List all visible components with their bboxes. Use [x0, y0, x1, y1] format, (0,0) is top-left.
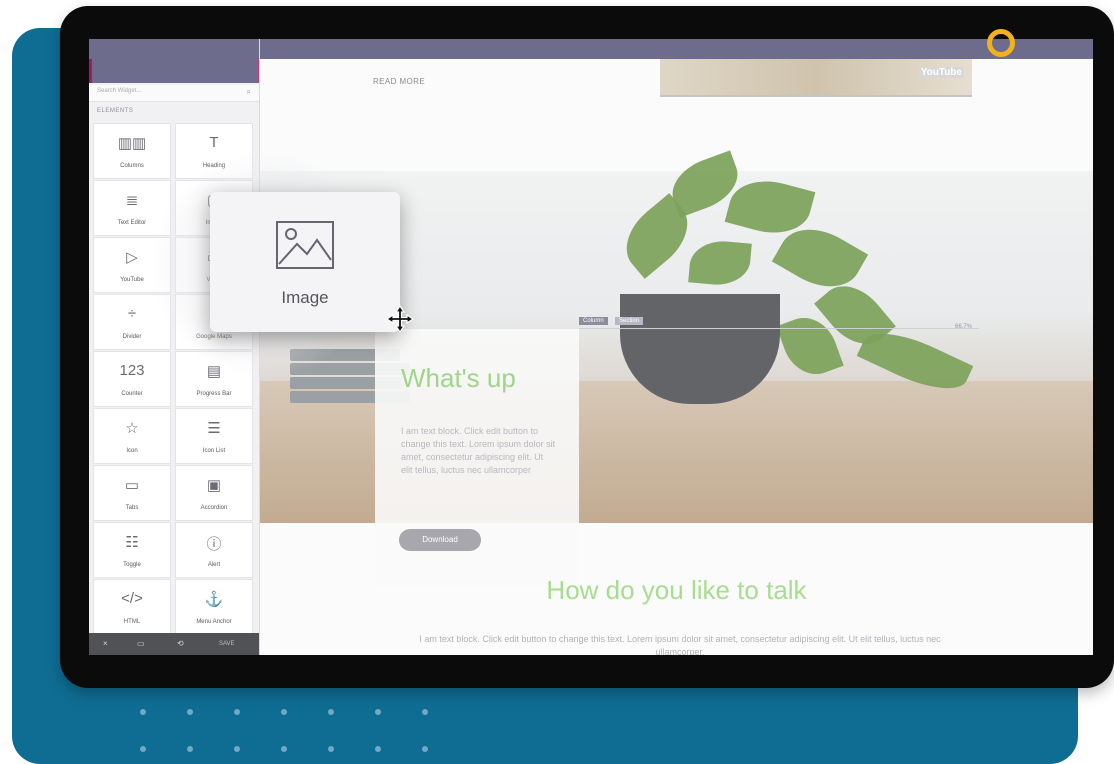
widget-label: Tabs [125, 505, 139, 511]
decorative-dot [281, 746, 287, 752]
decorative-dot [281, 709, 287, 715]
talk-body-text[interactable]: I am text block. Click edit button to ch… [410, 633, 950, 655]
code-icon: </> [121, 590, 143, 607]
decorative-dot [140, 746, 146, 752]
elements-section-label: ELEMENTS [97, 108, 134, 114]
widget-accordion[interactable]: ▣ Accordion [175, 465, 253, 521]
sidebar-footer: × ▭ ⟲ SAVE [89, 633, 259, 655]
decorative-dot [422, 746, 428, 752]
widget-label: Divider [122, 334, 142, 340]
content-card[interactable]: What's up I am text block. Click edit bu… [375, 329, 579, 587]
anchor-icon: ⚓ [204, 591, 224, 608]
decorative-dot [328, 709, 334, 715]
sidebar-header [89, 39, 259, 83]
columns-icon: ▥▥ [117, 135, 147, 152]
column-guide-line [579, 328, 979, 329]
widget-label: Progress Bar [196, 391, 232, 397]
widget-menu-anchor[interactable]: ⚓ Menu Anchor [175, 579, 253, 635]
widget-label: Alert [207, 562, 221, 568]
decorative-dot [328, 746, 334, 752]
section-handle[interactable]: Section [615, 317, 644, 325]
column-handle[interactable]: Column [579, 317, 608, 325]
tabs-icon: ▭ [124, 477, 140, 494]
decorative-dot [375, 746, 381, 752]
dragged-widget-label: Image [281, 288, 329, 307]
decorative-dot [140, 709, 146, 715]
youtube-video-thumbnail[interactable]: YouTube [660, 59, 972, 97]
widget-html[interactable]: </> HTML [93, 579, 171, 635]
decorative-dot [375, 709, 381, 715]
search-icon[interactable]: ⌕ [247, 87, 251, 97]
widget-icon-list[interactable]: ☰ Icon List [175, 408, 253, 464]
widget-label: Counter [121, 391, 143, 397]
icon-list-icon: ☰ [207, 420, 221, 437]
move-cursor-icon [385, 304, 415, 334]
widget-tabs[interactable]: ▭ Tabs [93, 465, 171, 521]
decorative-dot [422, 709, 428, 715]
dragged-image-widget[interactable]: Image [210, 192, 400, 332]
toggle-icon: ☷ [125, 534, 139, 551]
decorative-dot [187, 709, 193, 715]
widget-alert[interactable]: ⓘ Alert [175, 522, 253, 578]
decorative-dot [234, 709, 240, 715]
page-canvas[interactable]: READ MORE YouTube Column Section 66.7% W… [260, 59, 1093, 655]
widget-label: Icon [126, 448, 138, 454]
alert-icon: ⓘ [206, 536, 222, 553]
image-icon [276, 221, 334, 269]
accordion-icon: ▣ [206, 477, 222, 494]
history-icon[interactable]: ⟲ [177, 639, 184, 648]
responsive-icon[interactable]: ▭ [137, 639, 145, 648]
widget-columns[interactable]: ▥▥ Columns [93, 123, 171, 179]
card-heading[interactable]: What's up [401, 363, 516, 394]
widget-label: HTML [123, 619, 141, 625]
heading-icon: T [209, 134, 219, 151]
widget-label: Icon List [202, 448, 226, 454]
save-button[interactable]: SAVE [219, 641, 235, 647]
widget-label: Columns [120, 163, 144, 169]
download-button[interactable]: Download [399, 529, 481, 551]
widget-icon[interactable]: ☆ Icon [93, 408, 171, 464]
column-width-readout: 66.7% [955, 324, 973, 330]
search-widget-field[interactable]: Search Widget... ⌕ [89, 85, 259, 102]
widget-label: Accordion [200, 505, 228, 511]
text-editor-icon: ≣ [125, 192, 139, 209]
decorative-dot [234, 746, 240, 752]
read-more-link[interactable]: READ MORE [373, 77, 425, 86]
star-icon: ☆ [125, 420, 139, 437]
close-icon[interactable]: × [103, 639, 108, 648]
widget-toggle[interactable]: ☷ Toggle [93, 522, 171, 578]
widget-label: Toggle [123, 562, 141, 568]
search-placeholder: Search Widget... [97, 88, 142, 94]
card-body-text[interactable]: I am text block. Click edit button to ch… [401, 425, 557, 477]
youtube-logo-icon: YouTube [918, 67, 964, 78]
counter-icon: 123 [119, 362, 145, 379]
widget-label: Menu Anchor [196, 619, 232, 625]
camera-ring-icon [987, 29, 1015, 57]
talk-heading[interactable]: How do you like to talk [260, 575, 1093, 606]
decorative-dot [187, 746, 193, 752]
widget-counter[interactable]: 123 Counter [93, 351, 171, 407]
